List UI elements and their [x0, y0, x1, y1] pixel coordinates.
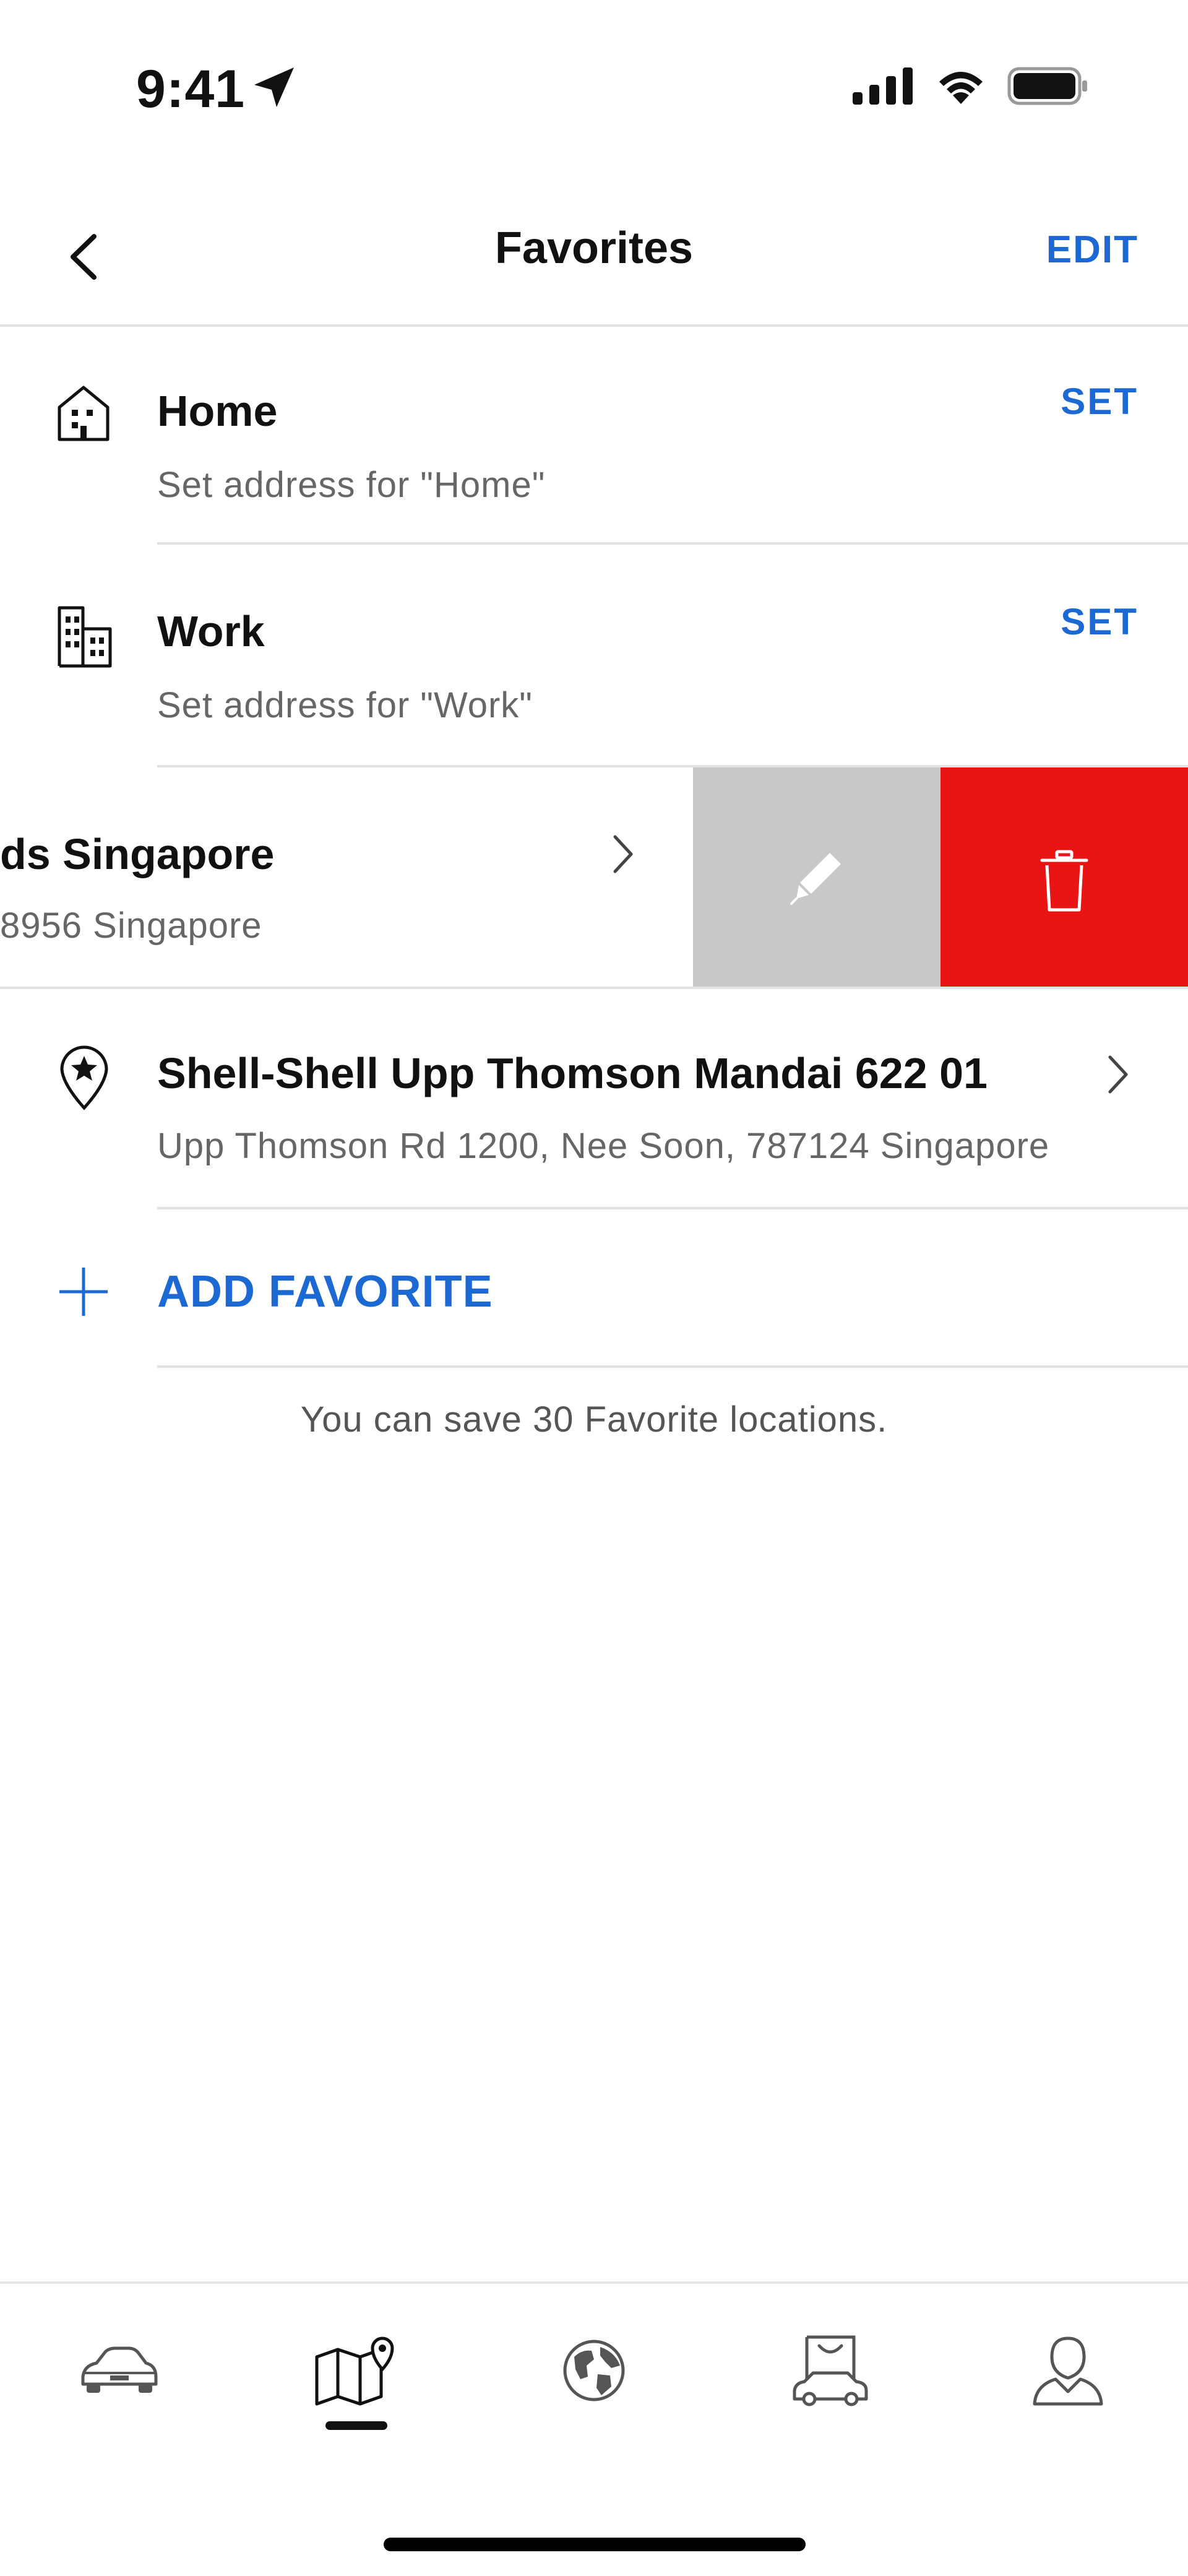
location-arrow-icon: [254, 67, 294, 107]
add-favorite-button[interactable]: ADD FAVORITE: [0, 1209, 1188, 1368]
home-title: Home: [157, 387, 278, 435]
swipe-delete-button[interactable]: [940, 767, 1188, 988]
chevron-right-icon: [1108, 1055, 1128, 1094]
home-subtitle: Set address for "Home": [157, 465, 546, 505]
work-subtitle: Set address for "Work": [157, 685, 533, 725]
battery-icon: [1007, 67, 1087, 105]
tab-explore[interactable]: [544, 2327, 644, 2414]
tab-map[interactable]: [307, 2327, 406, 2414]
tabbar-divider: [0, 2281, 1188, 2284]
wifi-icon: [939, 72, 983, 104]
active-tab-indicator: [325, 2421, 387, 2430]
status-time: 9:41: [136, 59, 246, 119]
favorite-row-home[interactable]: Home Set address for "Home" SET: [0, 327, 1188, 545]
chevron-right-icon: [613, 835, 633, 873]
favorite-row-shell[interactable]: Shell-Shell Upp Thomson Mandai 622 01 Up…: [0, 989, 1188, 1207]
shell-title: Shell-Shell Upp Thomson Mandai 622 01: [157, 1049, 988, 1097]
office-building-icon: [58, 606, 112, 668]
swiped-favorite-subtitle: 8956 Singapore: [0, 905, 262, 946]
globe-icon: [563, 2340, 625, 2401]
swipe-edit-button[interactable]: [693, 767, 940, 988]
favorite-row-swiped[interactable]: ds Singapore 8956 Singapore: [0, 767, 693, 988]
car-icon: [81, 2346, 158, 2393]
trash-icon: [1040, 850, 1088, 912]
tab-vehicle[interactable]: [69, 2327, 168, 2414]
shop-icon: [793, 2335, 868, 2406]
favorites-limit-hint: You can save 30 Favorite locations.: [300, 1399, 888, 1440]
tab-profile[interactable]: [1018, 2327, 1117, 2414]
page-title: Favorites: [494, 223, 694, 273]
shell-subtitle: Upp Thomson Rd 1200, Nee Soon, 787124 Si…: [157, 1126, 1050, 1166]
star-pin-icon: [60, 1045, 108, 1110]
home-icon: [58, 386, 110, 441]
status-icons: [853, 67, 1089, 105]
profile-icon: [1033, 2336, 1103, 2406]
pencil-icon: [790, 853, 841, 905]
map-icon: [315, 2336, 394, 2406]
signal-icon: [853, 67, 913, 105]
favorite-row-work[interactable]: Work Set address for "Work" SET: [0, 545, 1188, 765]
home-indicator[interactable]: [384, 2538, 806, 2551]
favorites-screen: 9:41 Favorites EDIT Home Set address for…: [0, 0, 1188, 2576]
swiped-favorite-title: ds Singapore: [0, 830, 275, 878]
plus-icon: [59, 1268, 108, 1316]
row-divider: [157, 1365, 1188, 1368]
set-home-button[interactable]: SET: [1061, 380, 1138, 423]
edit-button[interactable]: EDIT: [1046, 228, 1138, 272]
set-work-button[interactable]: SET: [1061, 600, 1138, 643]
add-favorite-label: ADD FAVORITE: [157, 1267, 493, 1316]
work-title: Work: [157, 607, 265, 655]
tab-shop[interactable]: [781, 2327, 880, 2414]
